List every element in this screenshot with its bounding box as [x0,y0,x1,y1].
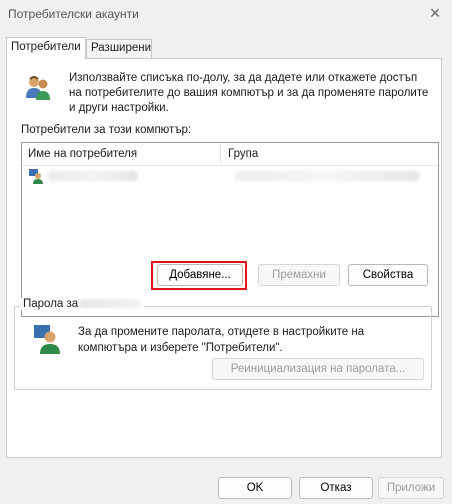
users-panel: Използвайте списъка по-долу, за да дадет… [6,58,442,458]
username-redacted [79,299,142,309]
list-header: Име на потребителя Група [22,143,438,166]
column-divider[interactable] [220,145,221,163]
reset-password-button[interactable]: Реинициализация на паролата... [212,358,424,380]
title-bar: Потребителски акаунти × [0,0,452,30]
password-user-icon [34,325,60,354]
users-list-label: Потребители за този компютър: [21,124,192,136]
password-group-label: Парола за [20,298,145,310]
column-username[interactable]: Име на потребителя [28,148,137,160]
window-title: Потребителски акаунти [8,7,139,21]
table-row[interactable] [22,166,438,186]
cancel-button[interactable]: Отказ [299,477,373,499]
group-redacted [234,171,420,181]
intro-text: Използвайте списъка по-долу, за да дадет… [69,72,429,114]
users-icon [26,76,50,100]
ok-button[interactable]: OK [218,477,292,499]
remove-user-button[interactable]: Премахни [258,264,340,286]
apply-button[interactable]: Приложи [378,477,444,499]
password-info-text: За да промените паролата, отидете в наст… [78,326,365,354]
tab-advanced[interactable]: Разширени [86,39,152,58]
properties-button[interactable]: Свойства [348,264,428,286]
column-group[interactable]: Група [228,148,258,160]
add-user-button[interactable]: Добавяне... [157,264,243,286]
username-redacted [48,171,138,181]
users-list[interactable]: Име на потребителя Група [21,142,439,317]
close-icon[interactable]: × [424,3,446,25]
user-icon [29,169,43,184]
tab-users[interactable]: Потребители [6,37,86,59]
